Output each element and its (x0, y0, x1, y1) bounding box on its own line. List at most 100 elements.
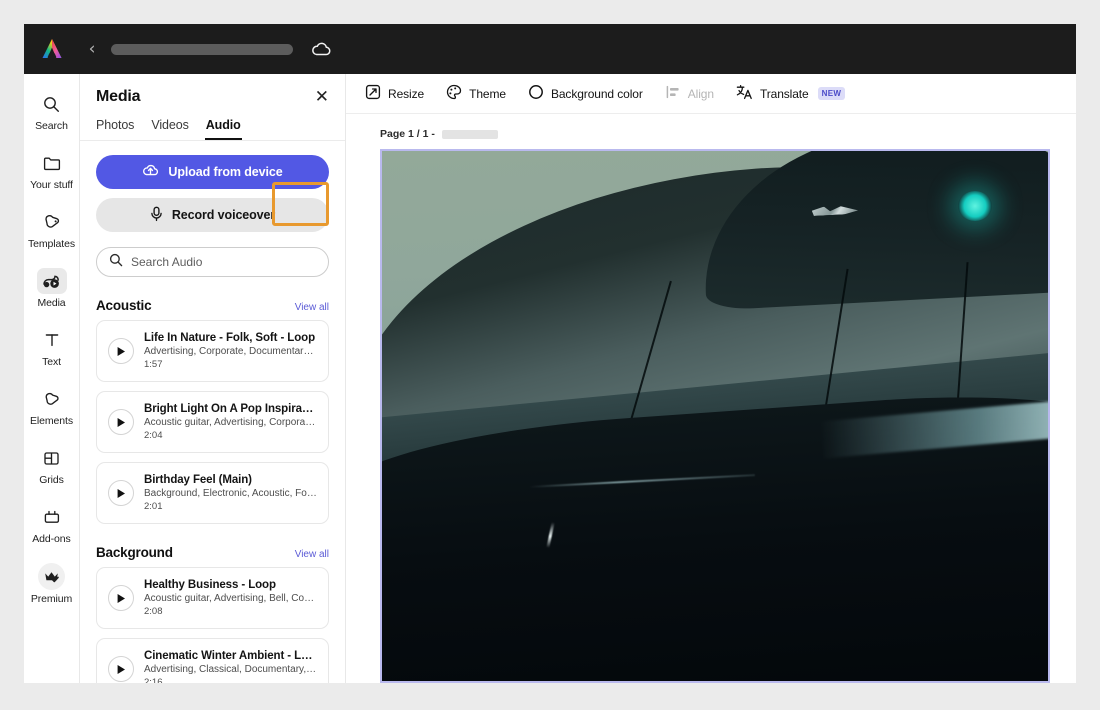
align-icon (665, 84, 681, 103)
title-bar: ‹ (24, 24, 1076, 74)
canvas-toolbar: Resize Theme Background color Align Tran… (346, 74, 1076, 114)
track-title: Healthy Business - Loop (144, 579, 276, 591)
back-button[interactable]: ‹ (82, 39, 102, 59)
sidebar-item-search[interactable]: Search (24, 84, 80, 137)
upload-from-device-button[interactable]: Upload from device (96, 155, 329, 189)
sidebar-item-label: Search (35, 120, 68, 132)
play-icon[interactable] (108, 409, 134, 435)
section-header-acoustic: Acoustic View all (96, 298, 329, 313)
section-header-background: Background View all (96, 545, 329, 560)
elements-icon (37, 386, 67, 412)
section-title: Background (96, 545, 173, 560)
microphone-icon (150, 206, 163, 225)
upload-button-label: Upload from device (168, 165, 283, 179)
search-icon (109, 253, 123, 272)
translate-label: Translate (759, 86, 809, 101)
artwork-teal-glow (958, 190, 993, 221)
section-title: Acoustic (96, 298, 152, 313)
sidebar-item-add-ons[interactable]: Add-ons (24, 497, 80, 550)
sidebar-item-label: Text (42, 356, 61, 368)
record-button-label: Record voiceover (171, 208, 276, 222)
media-icon (36, 268, 67, 294)
palette-icon (446, 84, 462, 103)
search-audio-input[interactable]: Search Audio (96, 247, 329, 277)
folder-icon (37, 150, 67, 176)
design-canvas[interactable] (380, 149, 1050, 683)
list-item[interactable]: Life In Nature - Folk, Soft - Loop Adver… (96, 320, 329, 382)
track-tags: Advertising, Corporate, Documentary, D..… (144, 346, 317, 357)
sidebar-item-premium[interactable]: Premium (24, 556, 80, 610)
play-icon[interactable] (108, 480, 134, 506)
align-button: Align (656, 79, 723, 108)
templates-icon (37, 209, 67, 235)
canvas-container: Page 1 / 1 - (346, 114, 1076, 683)
track-title: Life In Nature - Folk, Soft - Loop (144, 332, 316, 344)
page-indicator: Page 1 / 1 - (380, 128, 435, 140)
text-icon (37, 327, 67, 353)
sidebar-item-elements[interactable]: Elements (24, 379, 80, 432)
sidebar-item-media[interactable]: Media (24, 261, 80, 314)
play-icon[interactable] (108, 656, 134, 682)
resize-label: Resize (388, 86, 425, 101)
background-color-label: Background color (550, 86, 643, 101)
circle-icon (528, 84, 544, 103)
sidebar-item-your-stuff[interactable]: Your stuff (24, 143, 80, 196)
align-label: Align (687, 86, 714, 101)
close-icon[interactable]: ✕ (315, 89, 329, 106)
page-title: Media (96, 88, 141, 105)
record-voiceover-button[interactable]: Record voiceover (96, 198, 329, 232)
sidebar-item-templates[interactable]: Templates (24, 202, 80, 255)
left-rail: Search Your stuff Templates Media Text E… (24, 74, 80, 683)
track-duration: 2:01 (144, 501, 163, 512)
upload-cloud-icon (142, 163, 159, 181)
sidebar-item-label: Add-ons (32, 533, 71, 545)
panel-body: Upload from device Record voiceover Sear… (80, 141, 345, 683)
play-icon[interactable] (108, 585, 134, 611)
tab-photos[interactable]: Photos (96, 118, 134, 140)
sidebar-item-label: Premium (30, 593, 73, 605)
main-area: Resize Theme Background color Align Tran… (346, 74, 1076, 683)
sidebar-item-label: Your stuff (30, 179, 73, 191)
sidebar-item-label: Elements (30, 415, 73, 427)
media-panel: Media ✕ Photos Videos Audio Upload from … (80, 74, 346, 683)
theme-label: Theme (469, 86, 506, 101)
track-tags: Acoustic guitar, Advertising, Corporate,… (144, 417, 317, 428)
sidebar-item-label: Grids (39, 474, 64, 486)
play-icon[interactable] (108, 338, 134, 364)
panel-tabs: Photos Videos Audio (80, 118, 345, 141)
view-all-link[interactable]: View all (295, 302, 329, 313)
crown-icon (38, 563, 65, 590)
addons-icon (37, 504, 67, 530)
view-all-link[interactable]: View all (295, 549, 329, 560)
resize-icon (365, 84, 381, 103)
list-item[interactable]: Cinematic Winter Ambient - Loop Advertis… (96, 638, 329, 683)
adobe-express-logo[interactable] (38, 35, 66, 63)
track-tags: Background, Electronic, Acoustic, Folk, … (144, 488, 317, 499)
sidebar-item-grids[interactable]: Grids (24, 438, 80, 491)
grids-icon (37, 445, 67, 471)
panel-header: Media ✕ (80, 74, 345, 106)
resize-button[interactable]: Resize (356, 79, 433, 108)
document-title-field[interactable] (111, 43, 293, 55)
sidebar-item-label: Media (37, 297, 66, 309)
track-tags: Advertising, Classical, Documentary, Dr.… (144, 664, 317, 675)
search-icon (37, 91, 67, 117)
sidebar-item-text[interactable]: Text (24, 320, 80, 373)
status-badge: NEW (817, 87, 846, 100)
list-item[interactable]: Healthy Business - Loop Acoustic guitar,… (96, 567, 329, 629)
track-duration: 2:08 (144, 606, 163, 617)
track-duration: 2:04 (144, 430, 163, 441)
cloud-saved-icon[interactable] (311, 41, 332, 57)
theme-button[interactable]: Theme (437, 79, 515, 108)
workspace: Search Your stuff Templates Media Text E… (24, 74, 1076, 683)
list-item[interactable]: Birthday Feel (Main) Background, Electro… (96, 462, 329, 524)
translate-icon (736, 84, 753, 103)
page-name-field[interactable] (441, 129, 498, 139)
page-label-row: Page 1 / 1 - (380, 128, 1050, 140)
background-color-button[interactable]: Background color (519, 79, 652, 108)
list-item[interactable]: Bright Light On A Pop Inspiratio... Acou… (96, 391, 329, 453)
tab-audio[interactable]: Audio (204, 118, 242, 140)
tab-videos[interactable]: Videos (151, 118, 189, 140)
app-window: ‹ Search Your stuff Templates Media Text… (24, 24, 1076, 683)
translate-button[interactable]: Translate NEW (727, 79, 854, 108)
